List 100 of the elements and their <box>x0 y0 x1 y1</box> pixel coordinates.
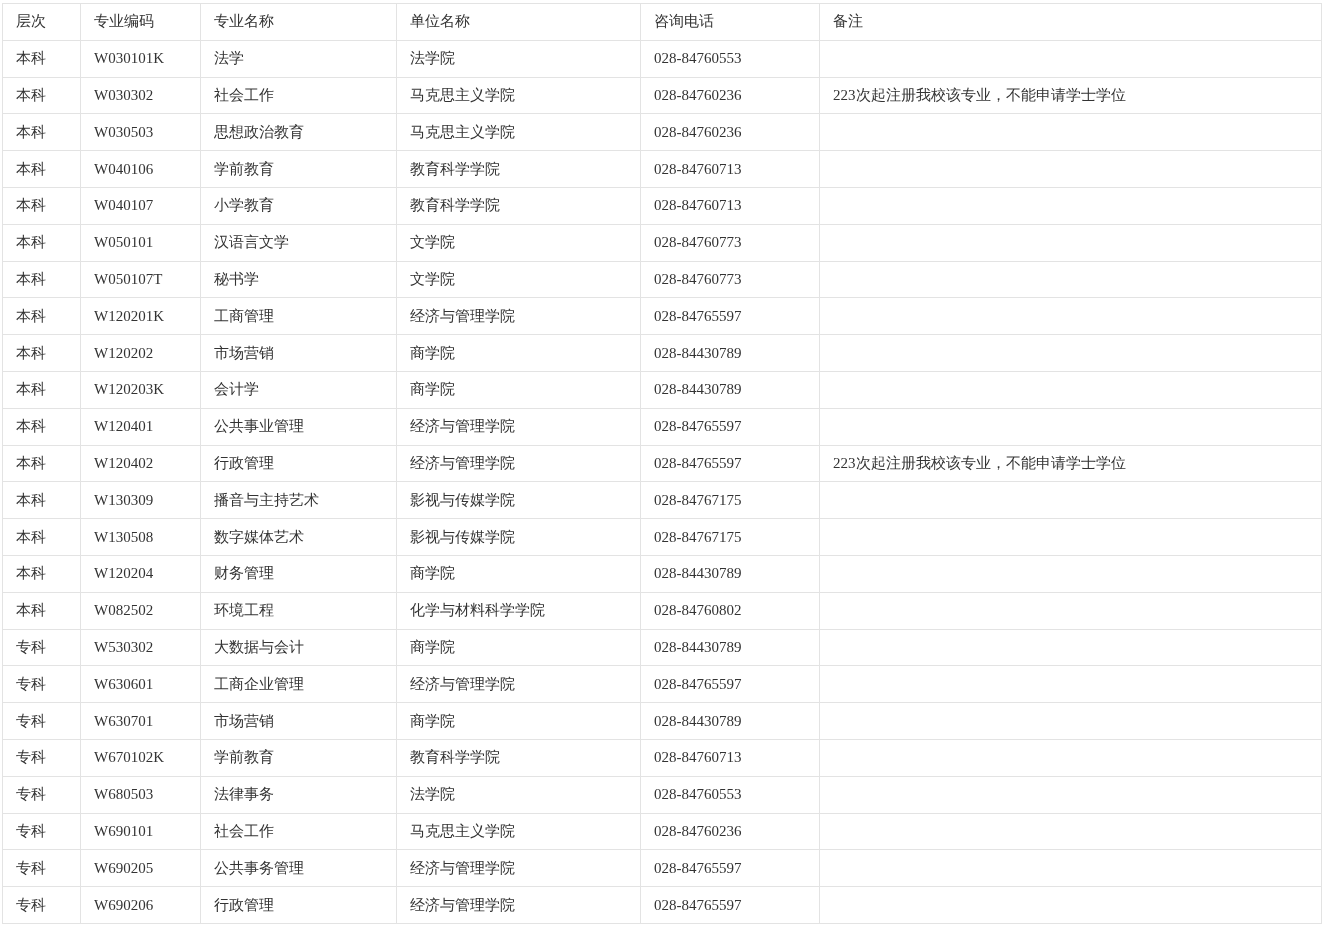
table-cell: W120201K <box>80 297 201 335</box>
table-cell: 马克思主义学院 <box>396 77 641 114</box>
table-cell: 法学院 <box>396 40 641 78</box>
table-cell: 社会工作 <box>200 77 397 114</box>
table-cell: 马克思主义学院 <box>396 813 641 850</box>
table-cell: 本科 <box>2 40 81 78</box>
table-cell: W670102K <box>80 739 201 777</box>
table-cell: 028-84765597 <box>640 445 820 482</box>
table-cell: 本科 <box>2 371 81 409</box>
column-header: 咨询电话 <box>640 3 820 41</box>
table-cell: 028-84430789 <box>640 334 820 372</box>
table-cell: 公共事务管理 <box>200 849 397 887</box>
table-cell: 028-84760713 <box>640 739 820 777</box>
table-cell: 大数据与会计 <box>200 629 397 666</box>
table-cell: 028-84760773 <box>640 261 820 298</box>
table-cell: 影视与传媒学院 <box>396 518 641 556</box>
table-cell: 经济与管理学院 <box>396 665 641 703</box>
table-cell: 经济与管理学院 <box>396 849 641 887</box>
table-cell: 本科 <box>2 518 81 556</box>
table-cell: 028-84760553 <box>640 40 820 78</box>
table-cell: W630701 <box>80 702 201 740</box>
table-cell: 专科 <box>2 702 81 740</box>
table-cell: 028-84760713 <box>640 187 820 225</box>
table-cell: 汉语言文学 <box>200 224 397 262</box>
table-cell: 本科 <box>2 77 81 114</box>
table-cell: 经济与管理学院 <box>396 886 641 924</box>
table-cell: 专科 <box>2 886 81 924</box>
table-cell: 028-84760236 <box>640 77 820 114</box>
table-cell: 秘书学 <box>200 261 397 298</box>
table-cell: 本科 <box>2 261 81 298</box>
table-cell: 商学院 <box>396 629 641 666</box>
table-cell: 本科 <box>2 481 81 519</box>
table-cell: 教育科学学院 <box>396 187 641 225</box>
table-cell: W030503 <box>80 113 201 151</box>
table-cell: 教育科学学院 <box>396 739 641 777</box>
table-cell: 028-84765597 <box>640 665 820 703</box>
table-cell: 行政管理 <box>200 886 397 924</box>
table-cell: 经济与管理学院 <box>396 445 641 482</box>
table-cell: 数字媒体艺术 <box>200 518 397 556</box>
table-cell: 028-84760713 <box>640 150 820 188</box>
table-cell: 本科 <box>2 187 81 225</box>
table-cell: 经济与管理学院 <box>396 408 641 446</box>
table-cell: 本科 <box>2 224 81 262</box>
table-cell: 经济与管理学院 <box>396 297 641 335</box>
table-cell: 法律事务 <box>200 776 397 814</box>
table-cell: 028-84760236 <box>640 813 820 850</box>
table-cell: 法学院 <box>396 776 641 814</box>
table-cell: 学前教育 <box>200 739 397 777</box>
table-cell: W690101 <box>80 813 201 850</box>
table-cell: 工商企业管理 <box>200 665 397 703</box>
table-cell: 028-84765597 <box>640 408 820 446</box>
table-cell: W530302 <box>80 629 201 666</box>
table-cell: 商学院 <box>396 371 641 409</box>
table-cell: W130309 <box>80 481 201 519</box>
table-cell: 本科 <box>2 334 81 372</box>
column-header: 层次 <box>2 3 81 41</box>
table-cell: 专科 <box>2 776 81 814</box>
table-cell: 市场营销 <box>200 702 397 740</box>
table-cell: 本科 <box>2 113 81 151</box>
table-cell: 本科 <box>2 150 81 188</box>
table-cell: W082502 <box>80 592 201 630</box>
table-cell: 028-84760553 <box>640 776 820 814</box>
table-cell: 社会工作 <box>200 813 397 850</box>
table-cell: W680503 <box>80 776 201 814</box>
table-cell: 教育科学学院 <box>396 150 641 188</box>
table-cell: 本科 <box>2 408 81 446</box>
table-cell: W630601 <box>80 665 201 703</box>
table-cell: 市场营销 <box>200 334 397 372</box>
table-cell: 028-84760802 <box>640 592 820 630</box>
table-cell: 本科 <box>2 445 81 482</box>
table-cell: 028-84765597 <box>640 849 820 887</box>
table-cell: 专科 <box>2 739 81 777</box>
table-cell: W120204 <box>80 555 201 593</box>
table-cell: W040106 <box>80 150 201 188</box>
table-cell: 文学院 <box>396 261 641 298</box>
table-cell: W690206 <box>80 886 201 924</box>
table-cell: 专科 <box>2 629 81 666</box>
column-header: 备注 <box>819 3 1322 41</box>
table-cell: 公共事业管理 <box>200 408 397 446</box>
table-cell: W120202 <box>80 334 201 372</box>
table-cell: W130508 <box>80 518 201 556</box>
table-cell: 影视与传媒学院 <box>396 481 641 519</box>
table-cell: 028-84760236 <box>640 113 820 151</box>
table-cell: 会计学 <box>200 371 397 409</box>
table-cell: W050107T <box>80 261 201 298</box>
table-cell: 028-84765597 <box>640 886 820 924</box>
table-cell: 223次起注册我校该专业，不能申请学士学位 <box>819 445 1322 482</box>
table-cell: W690205 <box>80 849 201 887</box>
table-cell: 专科 <box>2 665 81 703</box>
table-cell: 行政管理 <box>200 445 397 482</box>
table-cell: 文学院 <box>396 224 641 262</box>
table-cell: 思想政治教育 <box>200 113 397 151</box>
table-cell: 法学 <box>200 40 397 78</box>
table-cell: 小学教育 <box>200 187 397 225</box>
table-cell: 028-84767175 <box>640 481 820 519</box>
table-cell: 财务管理 <box>200 555 397 593</box>
table-cell: W120401 <box>80 408 201 446</box>
table-cell: 化学与材料科学学院 <box>396 592 641 630</box>
table-cell: 223次起注册我校该专业，不能申请学士学位 <box>819 77 1322 114</box>
table-cell: 本科 <box>2 297 81 335</box>
